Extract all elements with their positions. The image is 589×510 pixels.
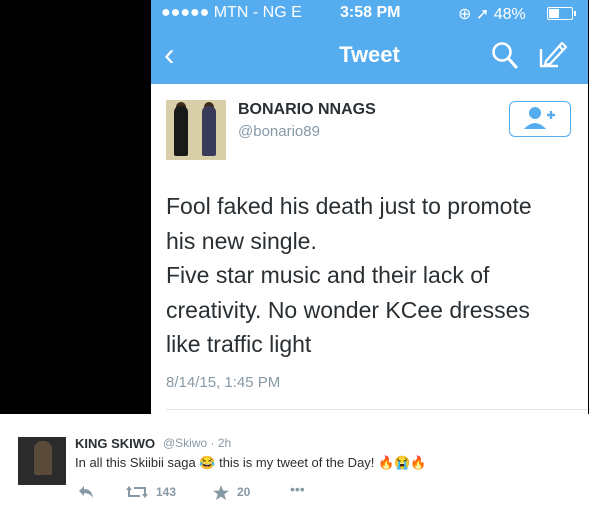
divider xyxy=(166,409,588,410)
retweet-count: 143 xyxy=(156,485,177,499)
search-icon[interactable] xyxy=(491,40,519,70)
author-handle[interactable]: @bonario89 xyxy=(238,123,320,140)
follow-button[interactable] xyxy=(509,101,571,137)
more-icon[interactable]: ••• xyxy=(290,481,305,497)
battery-percent: 48% xyxy=(493,6,526,23)
tweet-text-line: creativity. No wonder KCee dresses xyxy=(166,296,530,323)
tweet-text-line: Five star music and their lack of xyxy=(166,262,490,288)
reply-icon[interactable] xyxy=(78,485,94,502)
battery-icon xyxy=(547,7,576,20)
retweeter-name[interactable]: KING SKIWO xyxy=(75,436,155,451)
phone-screen: ●●●●● MTN - NG E 3:58 PM ⊕ ➚ 48% ‹ Tweet xyxy=(151,0,588,414)
author-avatar[interactable] xyxy=(166,100,226,160)
status-time: 3:58 PM xyxy=(340,4,401,21)
tweet-text-line: like traffic light xyxy=(166,331,312,357)
retweeter-handle[interactable]: @Skiwo · 2h xyxy=(163,436,231,450)
top-bar: ●●●●● MTN - NG E 3:58 PM ⊕ ➚ 48% ‹ Tweet xyxy=(151,0,588,84)
page-title: Tweet xyxy=(339,42,400,67)
rotation-lock-icon: ⊕ xyxy=(458,6,472,23)
status-right: ⊕ ➚ 48% xyxy=(458,4,526,24)
tweet-date: 8/14/15, 1:45 PM xyxy=(166,374,281,391)
carrier-label: ●●●●● MTN - NG E xyxy=(161,4,302,21)
compose-icon[interactable] xyxy=(538,39,568,69)
favorite-count: 20 xyxy=(237,485,251,499)
left-black-margin xyxy=(0,0,151,414)
location-icon: ➚ xyxy=(475,6,490,23)
tweet-text-line: Fool faked his death just to promote xyxy=(166,193,532,219)
favorite-icon[interactable] xyxy=(213,485,229,503)
tweet-text: Fool faked his death just to promote his… xyxy=(166,189,576,362)
retweet-icon[interactable] xyxy=(125,485,149,502)
author-name[interactable]: BONARIO NNAGS xyxy=(238,101,376,119)
status-bar: ●●●●● MTN - NG E 3:58 PM ⊕ ➚ 48% xyxy=(151,2,588,24)
add-user-icon xyxy=(524,107,555,129)
avatar-figure xyxy=(174,106,188,156)
retweeter-avatar[interactable] xyxy=(18,437,66,485)
battery-nub xyxy=(574,11,576,16)
avatar-figure xyxy=(34,441,52,475)
retweeter-tweet-text: In all this Skiibii saga 😂 this is my tw… xyxy=(75,455,427,470)
tweet-text-line: his new single. xyxy=(166,227,317,254)
battery-fill xyxy=(549,9,559,18)
avatar-figure xyxy=(202,106,216,156)
